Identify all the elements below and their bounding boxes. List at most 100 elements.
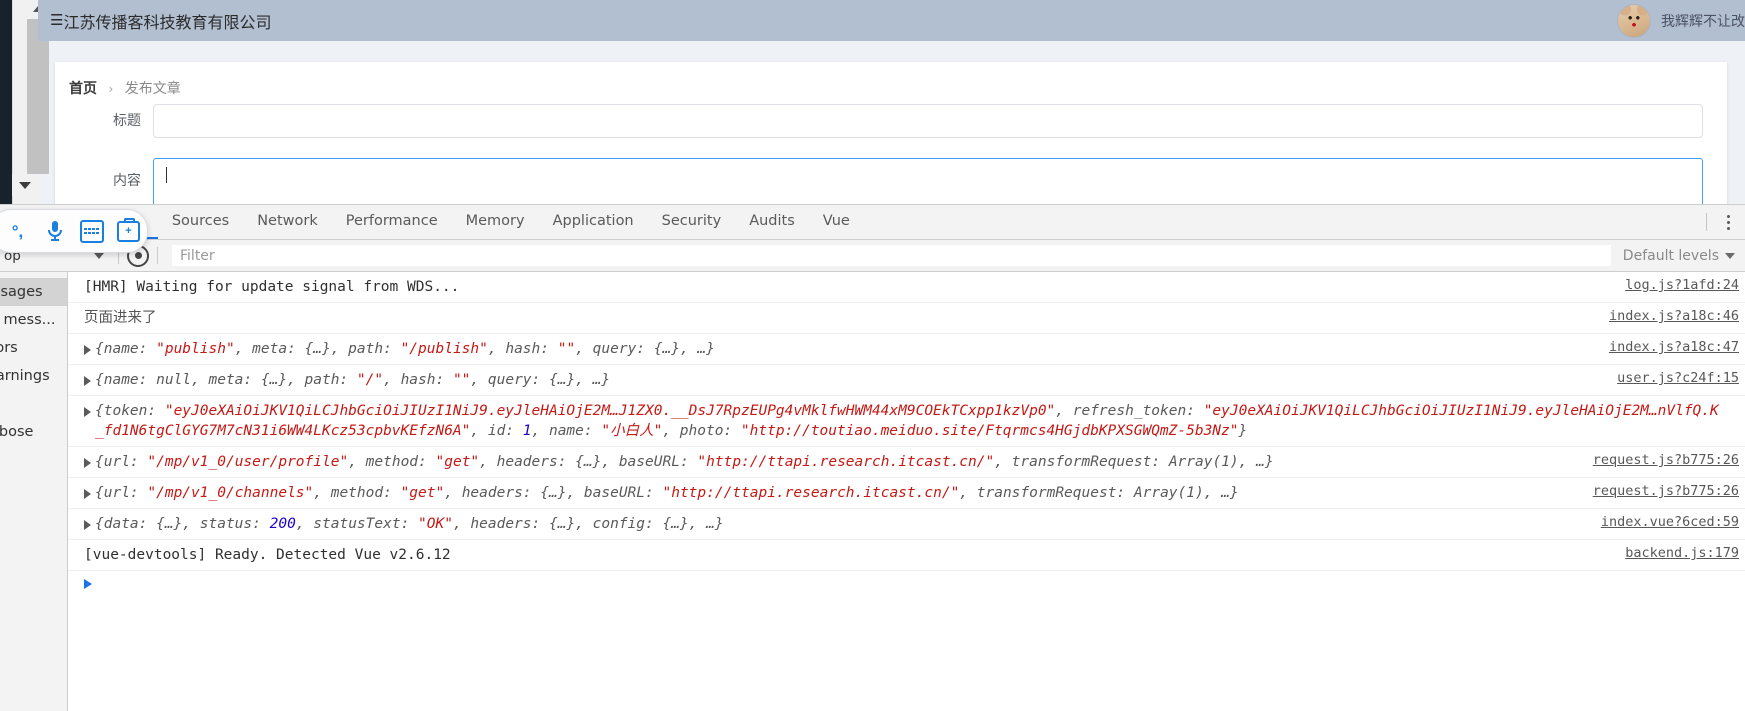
- content-form-row: 内容: [55, 158, 1727, 210]
- sidebar-item-warnings[interactable]: warnings: [0, 362, 67, 390]
- log-source-link[interactable]: index.vue?6ced:59: [1583, 514, 1745, 530]
- log-message: {name: "publish", meta: {…}, path: "/pub…: [68, 339, 1591, 359]
- log-message: {token: "eyJ0eXAiOiJKV1QiLCJhbGciOiJIUzI…: [68, 401, 1721, 441]
- log-token: "": [557, 341, 576, 357]
- log-row[interactable]: {token: "eyJ0eXAiOiJKV1QiLCJhbGciOiJIUzI…: [68, 396, 1745, 447]
- log-row[interactable]: 页面进来了 index.js?a18c:46: [68, 303, 1745, 334]
- log-token: , transformRequest: Array(1), …}: [994, 454, 1274, 470]
- header-user-area[interactable]: 我辉辉不让改: [1617, 3, 1745, 38]
- tab-audits[interactable]: Audits: [735, 205, 809, 239]
- log-source-link[interactable]: log.js?1afd:24: [1607, 277, 1745, 293]
- log-row[interactable]: {name: null, meta: {…}, path: "/", hash:…: [68, 365, 1745, 396]
- tab-vue[interactable]: Vue: [809, 205, 864, 239]
- hamburger-icon[interactable]: ☰: [50, 13, 63, 28]
- tabbar-divider: [1706, 213, 1707, 231]
- avatar[interactable]: [1617, 3, 1651, 38]
- log-message: [HMR] Waiting for update signal from WDS…: [68, 277, 1607, 297]
- log-token: , meta: {…}, path:: [234, 341, 401, 357]
- log-token: "http://ttapi.research.itcast.cn/": [662, 485, 960, 501]
- log-token: , refresh_token:: [1055, 403, 1204, 419]
- title-input[interactable]: [153, 104, 1703, 138]
- expand-arrow-icon[interactable]: [84, 489, 91, 499]
- scrollbar-thumb[interactable]: [27, 19, 49, 174]
- sidebar-item-verbose[interactable]: erbose: [0, 418, 67, 446]
- microphone-icon[interactable]: [43, 219, 67, 243]
- expand-arrow-icon[interactable]: [84, 407, 91, 417]
- console-message-list[interactable]: [HMR] Waiting for update signal from WDS…: [68, 272, 1745, 711]
- log-token: "OK": [418, 516, 453, 532]
- expand-arrow-icon[interactable]: [84, 458, 91, 468]
- prompt-caret-icon: [84, 579, 92, 589]
- sidebar-item-user-messages[interactable]: er mess...: [0, 306, 67, 334]
- sidebar-item-errors[interactable]: rrors: [0, 334, 67, 362]
- log-message: [vue-devtools] Ready. Detected Vue v2.6.…: [68, 545, 1607, 565]
- console-body: essages er mess... rrors warnings o erbo…: [0, 272, 1745, 711]
- log-levels-value: Default levels: [1622, 247, 1719, 264]
- breadcrumb: 首页 › 发布文章: [55, 62, 1727, 98]
- tab-performance[interactable]: Performance: [332, 205, 452, 239]
- breadcrumb-separator-icon: ›: [108, 82, 114, 96]
- log-source-link[interactable]: backend.js:179: [1607, 545, 1745, 561]
- app-header: ☰ 江苏传播客科技教育有限公司 我辉辉不让改: [38, 0, 1745, 41]
- tab-network[interactable]: Network: [243, 205, 332, 239]
- filter-input[interactable]: [172, 245, 1611, 266]
- devtools-tabbar: ole Sources Network Performance Memory A…: [0, 205, 1745, 240]
- content-label: 内容: [113, 173, 141, 189]
- tab-memory[interactable]: Memory: [452, 205, 539, 239]
- log-token: "http://ttapi.research.itcast.cn/": [697, 454, 995, 470]
- keyboard-icon[interactable]: [79, 219, 104, 243]
- devtools-panel: ole Sources Network Performance Memory A…: [0, 204, 1745, 711]
- log-row[interactable]: [vue-devtools] Ready. Detected Vue v2.6.…: [68, 540, 1745, 571]
- console-prompt-row[interactable]: [68, 571, 1745, 597]
- log-token: "/publish": [400, 341, 488, 357]
- chevron-down-icon-levels: [1725, 252, 1735, 259]
- expand-arrow-icon[interactable]: [84, 376, 91, 386]
- log-row[interactable]: {data: {…}, status: 200, statusText: "OK…: [68, 509, 1745, 540]
- log-text: 页面进来了: [84, 310, 157, 326]
- console-sidebar: essages er mess... rrors warnings o erbo…: [0, 272, 68, 711]
- log-token: , query: {…}, …}: [470, 372, 611, 388]
- content-editor[interactable]: [153, 158, 1703, 210]
- log-source-link[interactable]: request.js?b775:26: [1575, 452, 1745, 468]
- title-form-row: 标题: [55, 104, 1727, 138]
- log-token: "get": [435, 454, 480, 470]
- log-row[interactable]: {name: "publish", meta: {…}, path: "/pub…: [68, 334, 1745, 365]
- log-token: , query: {…}, …}: [575, 341, 715, 357]
- log-token: {name:: [95, 341, 157, 357]
- log-source-link[interactable]: index.js?a18c:47: [1591, 339, 1745, 355]
- log-text: [HMR] Waiting for update signal from WDS…: [84, 279, 460, 295]
- log-token: 200: [269, 516, 296, 532]
- sidebar-item-info[interactable]: o: [0, 390, 67, 418]
- breadcrumb-home[interactable]: 首页: [69, 81, 97, 97]
- log-token: , headers: {…}, baseURL:: [444, 485, 663, 501]
- log-token: 1: [522, 423, 532, 439]
- log-container: [HMR] Waiting for update signal from WDS…: [68, 272, 1745, 571]
- log-levels-select[interactable]: Default levels: [1617, 248, 1745, 264]
- pinyin-icon[interactable]: °,: [6, 219, 30, 243]
- log-source-link[interactable]: request.js?b775:26: [1575, 483, 1745, 499]
- scroll-down-arrow-icon[interactable]: [12, 174, 38, 196]
- log-row[interactable]: {url: "/mp/v1_0/user/profile", method: "…: [68, 447, 1745, 478]
- expand-arrow-icon[interactable]: [84, 345, 91, 355]
- kebab-menu-icon[interactable]: [1717, 210, 1739, 234]
- log-source-link[interactable]: index.js?a18c:46: [1591, 308, 1745, 324]
- log-token: "publish": [156, 341, 235, 357]
- tab-sources[interactable]: Sources: [158, 205, 243, 239]
- log-token: {data: {…}, status:: [95, 516, 270, 532]
- expand-arrow-icon[interactable]: [84, 520, 91, 530]
- log-token: , method:: [348, 454, 436, 470]
- log-source-link[interactable]: user.js?c24f:15: [1599, 370, 1745, 386]
- log-token: {name: null, meta: {…}, path:: [95, 372, 357, 388]
- log-row[interactable]: {url: "/mp/v1_0/channels", method: "get"…: [68, 478, 1745, 509]
- log-token: "/mp/v1_0/channels": [147, 485, 314, 501]
- toolbox-icon[interactable]: +: [117, 217, 141, 243]
- tab-security[interactable]: Security: [648, 205, 736, 239]
- tab-application[interactable]: Application: [539, 205, 648, 239]
- console-filter-bar: op Default levels: [0, 240, 1745, 272]
- log-token: }: [1238, 423, 1248, 439]
- log-row[interactable]: [HMR] Waiting for update signal from WDS…: [68, 272, 1745, 303]
- sidebar-item-all-messages[interactable]: essages: [0, 278, 67, 306]
- ime-floating-toolbar[interactable]: °, +: [0, 209, 148, 253]
- log-text: {name: null, meta: {…}, path: "/", hash:…: [95, 370, 610, 390]
- log-token: "/": [356, 372, 384, 388]
